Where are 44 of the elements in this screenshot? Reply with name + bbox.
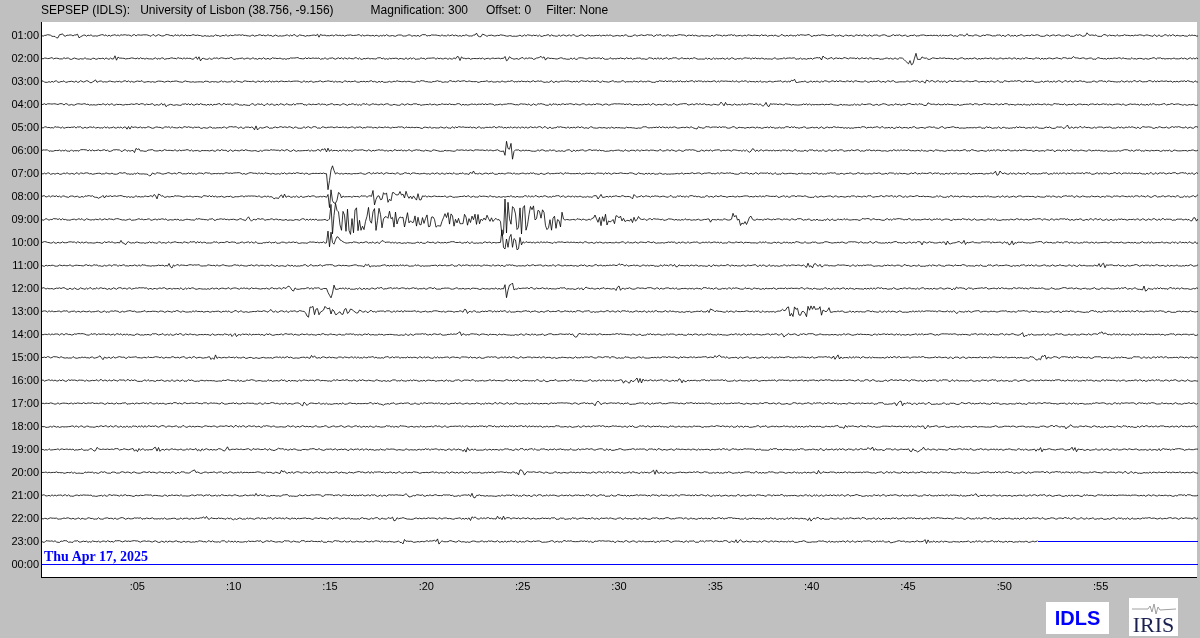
minute-label: :10 <box>226 581 242 592</box>
hour-label: 08:00 <box>11 191 40 202</box>
hour-label: 10:00 <box>11 237 40 248</box>
minute-label: :40 <box>804 581 820 592</box>
hour-label: 18:00 <box>11 421 40 432</box>
date-label: Thu Apr 17, 2025 <box>44 550 148 564</box>
hour-label: 23:00 <box>11 536 40 547</box>
hour-label: 17:00 <box>11 398 40 409</box>
minute-label: :15 <box>322 581 338 592</box>
hour-label: 11:00 <box>12 260 40 271</box>
hour-label: 07:00 <box>11 168 40 179</box>
hour-label: 16:00 <box>11 375 40 386</box>
hour-label: 05:00 <box>11 122 40 133</box>
hour-label: 22:00 <box>11 513 40 524</box>
hour-label: 00:00 <box>11 559 40 570</box>
minute-label: :20 <box>418 581 434 592</box>
filter-label: Filter: None <box>546 2 609 19</box>
hour-label: 20:00 <box>11 467 40 478</box>
minute-label: :05 <box>129 581 145 592</box>
offset-label: Offset: 0 <box>486 2 532 19</box>
hour-label: 02:00 <box>11 53 40 64</box>
station-location: University of Lisbon (38.756, -9.156) <box>140 2 334 19</box>
hour-label: 03:00 <box>11 76 40 87</box>
hour-label: 12:00 <box>11 283 40 294</box>
station-code: SEPSEP (IDLS): <box>41 2 131 19</box>
hour-label: 13:00 <box>11 306 40 317</box>
minute-label: :55 <box>1093 581 1109 592</box>
hour-label: 04:00 <box>11 99 40 110</box>
minute-label: :25 <box>515 581 531 592</box>
minute-label: :35 <box>707 581 723 592</box>
hour-label: 19:00 <box>11 444 40 455</box>
minute-label: :45 <box>900 581 916 592</box>
minute-label: :50 <box>996 581 1012 592</box>
hour-label: 09:00 <box>11 214 40 225</box>
hour-label: 01:00 <box>11 30 40 41</box>
minute-label: :30 <box>611 581 627 592</box>
hour-label: 06:00 <box>11 145 40 156</box>
network-logo: IRIS <box>1129 598 1178 636</box>
station-logo: IDLS <box>1046 602 1109 634</box>
seismic-wave-icon <box>1131 604 1176 614</box>
hour-label: 14:00 <box>11 329 40 340</box>
hour-label: 15:00 <box>11 352 40 363</box>
hour-label: 21:00 <box>11 490 40 501</box>
magnification-label: Magnification: 300 <box>370 2 468 19</box>
